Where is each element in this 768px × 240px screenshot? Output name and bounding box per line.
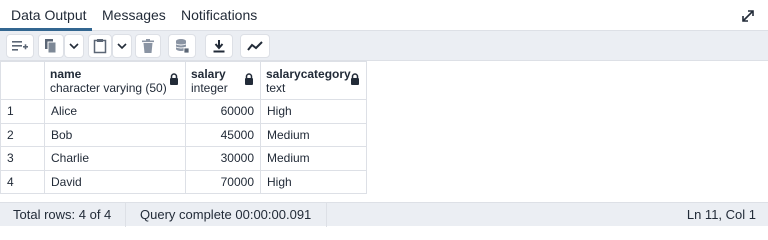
lock-icon (245, 73, 253, 85)
row-number[interactable]: 3 (0, 146, 45, 171)
copy-options-dropdown[interactable] (64, 34, 84, 58)
graph-icon (247, 41, 263, 51)
chevron-down-icon (117, 43, 127, 50)
expand-icon[interactable] (740, 8, 756, 24)
paste-icon (93, 39, 107, 54)
status-divider (125, 203, 126, 227)
query-status: Query complete 00:00:00.091 (140, 207, 312, 222)
cell-name[interactable]: Alice (44, 99, 186, 124)
cell-salary[interactable]: 45000 (185, 122, 261, 147)
data-toolbar (0, 31, 768, 61)
column-header-salarycategory[interactable]: salarycategory text (260, 61, 367, 100)
download-button[interactable] (205, 34, 233, 58)
cell-salary[interactable]: 60000 (185, 99, 261, 124)
tab-notifications[interactable]: Notifications (181, 7, 257, 23)
chevron-down-icon (69, 43, 79, 50)
save-data-button[interactable] (168, 34, 196, 58)
cell-salarycategory[interactable]: High (260, 169, 367, 194)
tab-messages[interactable]: Messages (102, 7, 166, 23)
table-row[interactable]: 1 Alice 60000 High (0, 99, 367, 124)
data-table: name character varying (50) salary integ… (0, 61, 367, 194)
table-row[interactable]: 4 David 70000 High (0, 169, 367, 194)
header-row: name character varying (50) salary integ… (0, 61, 367, 100)
cell-name[interactable]: Bob (44, 122, 186, 147)
results-tabbar: Data Output Messages Notifications (0, 0, 768, 31)
results-grid: name character varying (50) salary integ… (0, 61, 768, 202)
tab-data-output[interactable]: Data Output (11, 7, 87, 23)
status-divider (326, 203, 327, 227)
status-bar: Total rows: 4 of 4 Query complete 00:00:… (0, 202, 768, 227)
save-data-icon (175, 39, 190, 54)
lock-icon (351, 73, 359, 85)
copy-button[interactable] (38, 34, 64, 58)
cell-salary[interactable]: 30000 (185, 146, 261, 171)
cell-salary[interactable]: 70000 (185, 169, 261, 194)
download-icon (213, 40, 225, 53)
cell-name[interactable]: David (44, 169, 186, 194)
delete-icon (142, 39, 154, 53)
row-number[interactable]: 2 (0, 122, 45, 147)
cursor-position-status: Ln 11, Col 1 (686, 207, 756, 222)
add-row-button[interactable] (6, 34, 34, 58)
row-number[interactable]: 4 (0, 169, 45, 194)
copy-icon (45, 39, 57, 54)
column-header-salary[interactable]: salary integer (185, 61, 261, 100)
cell-salarycategory[interactable]: Medium (260, 122, 367, 147)
total-rows-status: Total rows: 4 of 4 (13, 207, 112, 222)
delete-button[interactable] (135, 34, 161, 58)
paste-button[interactable] (88, 34, 112, 58)
table-row[interactable]: 3 Charlie 30000 Medium (0, 146, 367, 171)
table-row[interactable]: 2 Bob 45000 Medium (0, 122, 367, 147)
add-row-icon (12, 41, 28, 51)
column-header-name[interactable]: name character varying (50) (44, 61, 186, 100)
row-number-header (0, 61, 45, 100)
row-number[interactable]: 1 (0, 99, 45, 124)
lock-icon (170, 73, 178, 85)
cell-salarycategory[interactable]: High (260, 99, 367, 124)
paste-options-dropdown[interactable] (112, 34, 132, 58)
cell-salarycategory[interactable]: Medium (260, 146, 367, 171)
cell-name[interactable]: Charlie (44, 146, 186, 171)
graph-visualiser-button[interactable] (240, 34, 270, 58)
